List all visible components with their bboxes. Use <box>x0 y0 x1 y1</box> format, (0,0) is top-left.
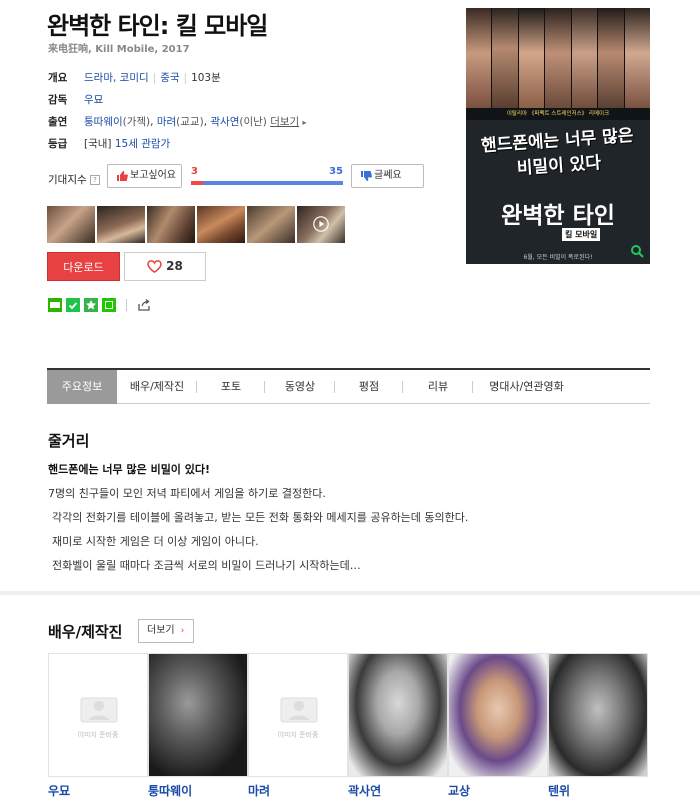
cast-name-link[interactable]: 텐위 <box>548 782 570 799</box>
want-to-see-button[interactable]: 보고싶어요 <box>107 164 182 188</box>
cast-name-link[interactable]: 우묘 <box>48 782 70 799</box>
synopsis-heading: 줄거리 <box>48 432 90 450</box>
rating-link[interactable]: 15세 관람가 <box>115 138 170 150</box>
no-image-text: 이미지 준비중 <box>277 731 319 739</box>
poster-band-text: 이탈리아 《퍼펙트 스트레인저스》 리메이크 <box>466 108 650 120</box>
meh-count: 35 <box>329 166 343 177</box>
cast-heading: 배우/제작진 <box>48 623 123 641</box>
still-thumbnail[interactable] <box>197 206 245 243</box>
genre-link[interactable]: 드라마, 코미디 <box>84 72 149 84</box>
synopsis-line: 7명의 친구들이 모인 저녁 파티에서 게임을 하기로 결정한다. <box>48 487 326 500</box>
movie-title: 완벽한 타인: 킬 모바일 <box>47 12 268 40</box>
poster-tagline: 핸드폰에는 너무 많은 비밀이 있다 <box>480 125 635 179</box>
still-thumbnail[interactable] <box>47 206 95 243</box>
person-placeholder-icon <box>80 697 118 723</box>
person-placeholder-icon <box>280 697 318 723</box>
video-thumbnail[interactable] <box>297 206 345 243</box>
heart-icon <box>147 260 162 273</box>
tab-rating[interactable]: 평점 <box>335 370 403 404</box>
zoom-icon[interactable] <box>630 244 644 258</box>
tab-review[interactable]: 리뷰 <box>403 370 473 404</box>
naver-blog-share-icon[interactable] <box>48 298 62 312</box>
tab-photo[interactable]: 포토 <box>197 370 265 404</box>
meh-bar <box>203 181 343 185</box>
movie-poster[interactable]: 이탈리아 《퍼펙트 스트레인저스》 리메이크 핸드폰에는 너무 많은 비밀이 있… <box>466 8 650 264</box>
expectation-bar: 3 35 <box>191 166 343 186</box>
cast-name-link[interactable]: 마려 <box>248 782 270 799</box>
meh-label: 글쎄요 <box>374 170 402 181</box>
cast-label: 출연 <box>48 116 68 128</box>
share-divider <box>126 299 127 311</box>
tab-cast-crew[interactable]: 배우/제작진 <box>117 370 197 404</box>
synopsis-line: 각각의 전화기를 테이블에 올려놓고, 받는 모든 전화 통화와 메세지를 공유… <box>52 511 469 524</box>
meh-button[interactable]: 글쎄요 <box>351 164 424 188</box>
movie-header: 완벽한 타인: 킬 모바일 来电狂响, Kill Mobile, 2017 개요… <box>0 0 700 340</box>
cast-photo-placeholder[interactable]: 이미지 준비중 <box>248 653 348 777</box>
cast-list: 이미지 준비중 이미지 준비중 <box>48 653 648 777</box>
detail-tabs: 주요정보 배우/제작진 포토 동영상 평점 리뷰 명대사/연관영화 <box>47 368 650 404</box>
cast-name-link[interactable]: 교상 <box>448 782 470 799</box>
cast-photo[interactable] <box>148 653 248 777</box>
cast-photo[interactable] <box>548 653 648 777</box>
cast-name-link[interactable]: 곽사연 <box>348 782 381 799</box>
thumbs-down-icon <box>361 171 372 181</box>
overview-label: 개요 <box>48 72 68 84</box>
chevron-right-icon: › <box>180 626 185 636</box>
section-divider <box>0 591 700 595</box>
poster-footer: 6월, 모든 비밀이 폭로된다! <box>523 254 593 261</box>
help-icon[interactable]: ? <box>89 175 100 185</box>
no-image-text: 이미지 준비중 <box>77 731 119 739</box>
naver-memo-share-icon[interactable] <box>102 298 116 312</box>
synopsis-line: 전화벨이 울릴 때마다 조금씩 서로의 비밀이 드러나기 시작하는데… <box>52 559 361 572</box>
country-link[interactable]: 중국 <box>160 72 179 84</box>
cast-link-2[interactable]: 마려 <box>157 116 176 128</box>
cast-role-1: (가젝) <box>122 116 151 128</box>
rating-label: 등급 <box>48 138 68 150</box>
cast-photo[interactable] <box>448 653 548 777</box>
still-thumbnails <box>47 206 345 243</box>
star-bookmark-icon[interactable] <box>84 298 98 312</box>
expectation-label: 기대지수 <box>48 174 87 186</box>
want-bar <box>191 181 203 185</box>
director-label: 감독 <box>48 94 68 106</box>
thumbs-up-icon <box>117 171 128 181</box>
cast-link-3[interactable]: 곽사연 <box>210 116 239 128</box>
share-icon[interactable] <box>137 298 151 312</box>
tab-video[interactable]: 동영상 <box>265 370 335 404</box>
cast-role-2: (교교) <box>176 116 204 128</box>
share-bar <box>48 298 151 312</box>
cast-more-link[interactable]: 더보기 <box>270 116 299 128</box>
director-link[interactable]: 우묘 <box>84 94 103 106</box>
like-button[interactable]: 28 <box>124 252 206 281</box>
want-count: 3 <box>191 166 198 177</box>
play-icon <box>313 216 329 232</box>
still-thumbnail[interactable] <box>97 206 145 243</box>
synopsis-headline: 핸드폰에는 너무 많은 비밀이 있다! <box>48 463 211 476</box>
naver-band-share-icon[interactable] <box>66 298 80 312</box>
synopsis-line: 재미로 시작한 게임은 더 이상 게임이 아니다. <box>52 535 259 548</box>
expectation-label-wrap: 기대지수 ? <box>48 172 100 187</box>
chevron-right-icon: ▸ <box>302 118 307 127</box>
tab-main-info[interactable]: 주요정보 <box>47 370 117 404</box>
cast-photo-placeholder[interactable]: 이미지 준비중 <box>48 653 148 777</box>
synopsis-body: 핸드폰에는 너무 많은 비밀이 있다! 7명의 친구들이 모인 저녁 파티에서 … <box>48 458 648 578</box>
cast-role-3: (이난) <box>239 116 267 128</box>
poster-faces <box>466 8 650 108</box>
runtime: 103분 <box>191 72 221 84</box>
cast-link-1[interactable]: 퉁따웨이 <box>84 116 123 128</box>
still-thumbnail[interactable] <box>247 206 295 243</box>
poster-title: 완벽한 타인 <box>501 203 615 229</box>
tab-quotes-related[interactable]: 명대사/연관영화 <box>473 370 580 404</box>
cast-photo[interactable] <box>348 653 448 777</box>
like-count: 28 <box>166 259 183 273</box>
download-button[interactable]: 다운로드 <box>47 252 120 281</box>
rating-country: [국내] <box>84 138 112 150</box>
cast-name-link[interactable]: 퉁따웨이 <box>148 782 192 799</box>
movie-subtitle: 来电狂响, Kill Mobile, 2017 <box>48 44 190 55</box>
cast-more-label: 더보기 <box>147 625 175 636</box>
want-label: 보고싶어요 <box>130 170 176 181</box>
cast-more-button[interactable]: 더보기 › <box>138 619 194 643</box>
still-thumbnail[interactable] <box>147 206 195 243</box>
poster-subtitle: 킬 모바일 <box>562 228 601 241</box>
